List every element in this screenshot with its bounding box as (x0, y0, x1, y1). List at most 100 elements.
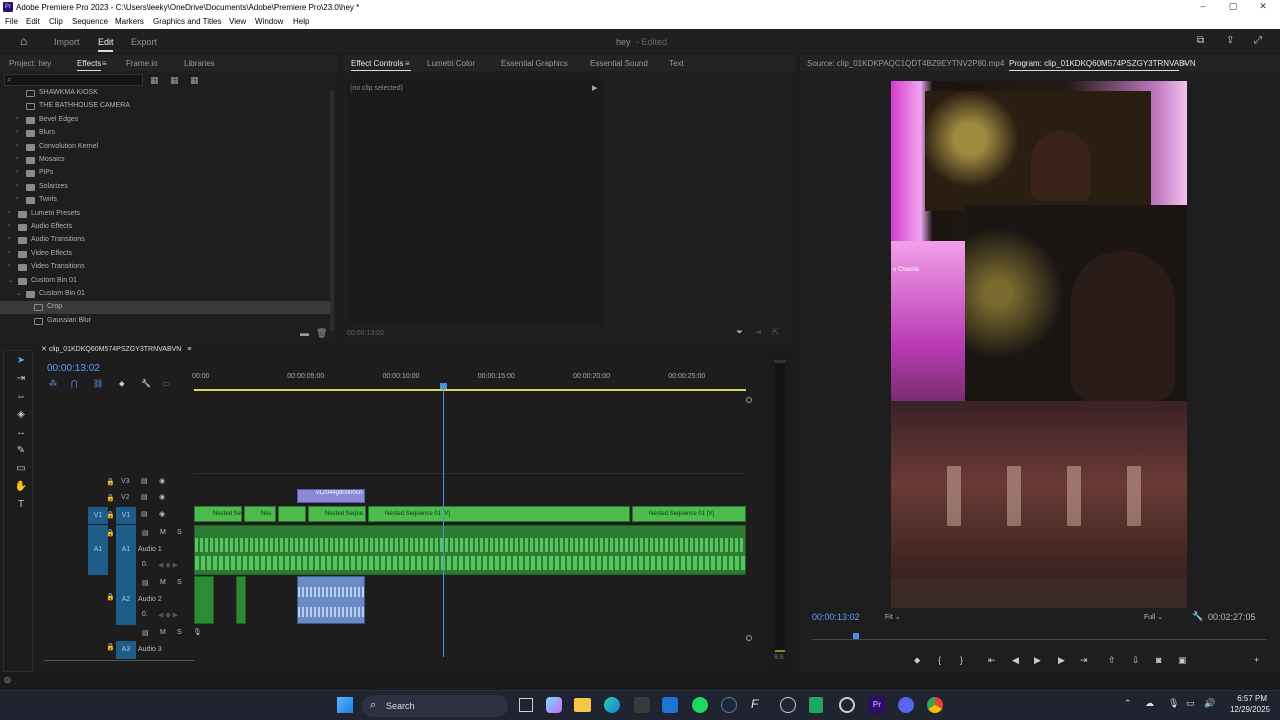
effects-tree-item[interactable]: › Video Transitions (0, 261, 330, 274)
chrome-icon[interactable] (927, 697, 943, 713)
mute-button[interactable]: M (160, 529, 166, 536)
menu-view[interactable]: View (229, 17, 246, 26)
menu-help[interactable]: Help (293, 17, 309, 26)
solo-button[interactable]: S (177, 579, 182, 586)
timeline-playhead-handle[interactable] (440, 383, 448, 389)
menu-file[interactable]: File (5, 17, 18, 26)
eye-icon[interactable]: ◉ (159, 477, 165, 485)
clock-date[interactable]: 12/29/2025 (1222, 705, 1270, 714)
mark-out-icon[interactable]: } (960, 655, 963, 665)
tab-source-monitor[interactable]: Source: clip_01KDKPAQC1QDT4BZ9EYTNV2P80.… (807, 59, 1004, 68)
solo-button[interactable]: S (177, 529, 182, 536)
tab-timeline[interactable]: ✕ clip_01KDKQ60M574PSZGY3TRNVABVN ≡ (41, 345, 191, 353)
maximize-icon[interactable]: ▢ (1226, 1, 1240, 13)
expand-chevron-icon[interactable]: › (16, 143, 18, 149)
effects-tree-item[interactable]: › PiPs (0, 167, 330, 180)
quality-dropdown[interactable]: Full ⌄ (1144, 613, 1163, 621)
lock-icon[interactable]: 🔒 (106, 529, 115, 537)
captions-icon[interactable]: ▭ (163, 379, 171, 388)
film-icon[interactable]: ▤ (142, 629, 149, 637)
effects-tree-item[interactable]: › Convolution Kernel (0, 141, 330, 154)
program-timecode[interactable]: 00:00:13:02 (812, 612, 860, 622)
effects-tree-item[interactable]: THE BATHHOUSE CAMERA (0, 100, 330, 113)
keyframe-nav-icon[interactable]: ◀ ◆ ▶ (158, 611, 178, 619)
effects-tree-item[interactable]: › Blurs (0, 127, 330, 140)
step-back-icon[interactable]: ◀ (1012, 655, 1019, 666)
extract-icon[interactable]: ⇩ (1132, 655, 1140, 666)
status-icon[interactable]: ◎ (4, 675, 11, 684)
menu-clip[interactable]: Clip (49, 17, 63, 26)
effects-tree-item[interactable]: › Video Effects (0, 248, 330, 261)
mic-tray-icon[interactable]: 🎙 (1168, 698, 1179, 709)
track-label-a1[interactable]: A1 (116, 525, 136, 575)
tab-export[interactable]: Export (131, 37, 157, 47)
play-icon[interactable]: ▶ (1034, 655, 1041, 666)
task-view-icon[interactable] (519, 698, 533, 712)
effects-tree-item[interactable]: › Solarizes (0, 181, 330, 194)
volume-value[interactable]: 0. (142, 561, 148, 568)
step-forward-icon[interactable]: ▶ (1058, 655, 1065, 666)
camera-icon[interactable]: ◙ (1156, 655, 1161, 665)
menu-window[interactable]: Window (255, 17, 283, 26)
microphone-icon[interactable]: 🎙 (193, 628, 202, 636)
menu-sequence[interactable]: Sequence (72, 17, 108, 26)
filter-icon[interactable]: ⏷ (736, 327, 743, 338)
effects-tree-item[interactable]: SHAWKMA KIOSK (0, 87, 330, 100)
export-icon[interactable]: ⇥ (754, 327, 762, 338)
trash-icon[interactable]: 🗑 (316, 328, 327, 339)
timeline-playhead[interactable] (443, 383, 445, 657)
expand-chevron-icon[interactable]: › (16, 116, 18, 122)
expand-arrow-icon[interactable]: ▶ (592, 84, 597, 92)
mark-in-icon[interactable]: { (938, 655, 941, 665)
eye-icon[interactable]: ◉ (159, 510, 165, 518)
tab-program-monitor[interactable]: Program: clip_01KDKQ60M574PSZGY3TRNVABVN (1009, 59, 1196, 68)
track-label-v2[interactable]: V2 (121, 494, 130, 501)
lock-icon[interactable]: 🔒 (106, 593, 115, 601)
film-icon[interactable]: ▤ (141, 510, 148, 518)
effects-tree-item[interactable]: › Mosaics (0, 154, 330, 167)
timeline-timecode[interactable]: 00:00:13:02 (47, 363, 100, 374)
menu-markers[interactable]: Markers (115, 17, 144, 26)
fullscreen-icon[interactable]: ⤢ (1254, 35, 1262, 46)
windows-start-icon[interactable] (337, 697, 353, 713)
selection-tool-icon[interactable]: ➤ (12, 355, 30, 371)
cloud-icon[interactable]: ☁ (1145, 698, 1154, 709)
tab-essential-sound[interactable]: Essential Sound (590, 59, 648, 68)
tab-edit[interactable]: Edit (98, 37, 114, 47)
timeline-menu-icon[interactable]: ≡ (187, 346, 191, 353)
outlook-icon[interactable] (662, 697, 678, 713)
expand-chevron-icon[interactable]: › (8, 250, 10, 256)
film-icon[interactable]: ▤ (141, 477, 148, 485)
program-scrubber[interactable] (812, 633, 1267, 643)
arrow-app-icon[interactable] (780, 697, 796, 713)
close-icon[interactable]: ✕ (1256, 1, 1270, 13)
lock-icon[interactable]: 🔒 (106, 494, 115, 502)
snap-icon[interactable]: ⋂ (71, 379, 78, 388)
yuv-effects-icon[interactable]: ▦ (190, 75, 199, 86)
tab-import[interactable]: Import (54, 37, 80, 47)
mute-button[interactable]: M (160, 629, 166, 636)
vertical-zoom-handle[interactable] (746, 397, 752, 403)
tab-libraries[interactable]: Libraries (184, 59, 215, 68)
effects-tree-item[interactable]: Gaussian Blur (0, 315, 330, 328)
minimize-icon[interactable]: – (1196, 1, 1210, 13)
add-marker-timeline-icon[interactable]: ⬥ (119, 379, 125, 389)
compare-icon[interactable]: ▣ (1178, 655, 1187, 666)
expand-chevron-icon[interactable]: › (8, 263, 10, 269)
lock-icon[interactable]: 🔒 (106, 478, 115, 486)
edge-icon[interactable] (604, 697, 620, 713)
effects-menu-icon[interactable]: ≡ (102, 59, 107, 68)
solo-button[interactable]: S (177, 629, 182, 636)
clip-a2-c[interactable] (297, 576, 365, 624)
volume-icon[interactable]: 🔊 (1204, 698, 1215, 709)
spotify-icon[interactable] (692, 697, 708, 713)
film-icon[interactable]: ▤ (141, 493, 148, 501)
track-label-a3[interactable]: A3 (116, 641, 136, 659)
timeline-close-icon[interactable]: ✕ (41, 346, 47, 353)
clip-a2-a[interactable] (194, 576, 214, 624)
premiere-taskbar-icon[interactable]: Pr (868, 696, 886, 714)
pen-tool-icon[interactable]: ✎ (12, 445, 30, 461)
lift-icon[interactable]: ⇧ (1108, 655, 1116, 666)
effects-search-input[interactable]: ⌕ (4, 74, 143, 86)
tab-project[interactable]: Project: hey (9, 59, 51, 68)
